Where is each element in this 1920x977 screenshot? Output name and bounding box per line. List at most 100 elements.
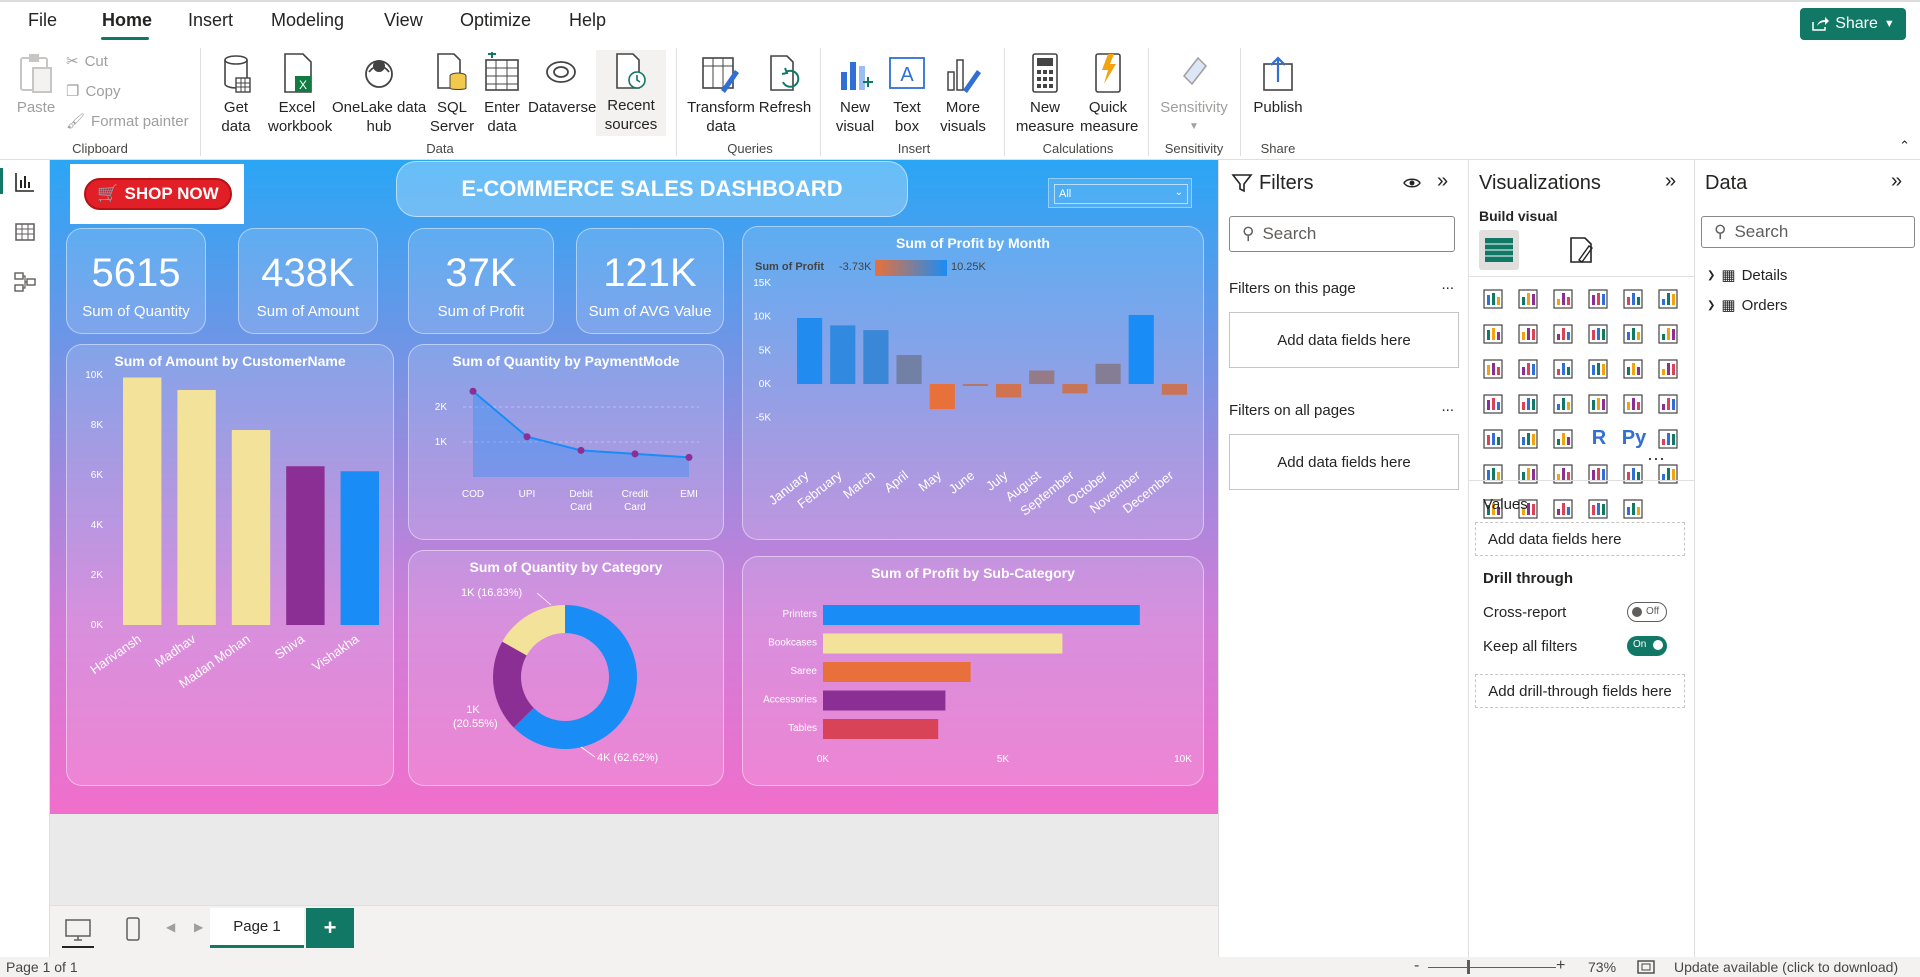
map-icon[interactable] [1481,392,1507,418]
chart-quantity-by-category[interactable]: Sum of Quantity by Category 1K (16.83%) 1… [408,550,724,786]
shop-now-banner[interactable]: 🛒 SHOP NOW [70,164,244,224]
line-chart-icon[interactable] [1481,322,1507,348]
line-column-chart-icon[interactable] [1586,322,1612,348]
sensitivity-button[interactable]: Sensitivity ▼ [1156,52,1232,136]
goals-icon[interactable] [1621,462,1647,488]
r-script-icon[interactable]: R [1586,427,1612,453]
smart-narrative-icon[interactable] [1551,462,1577,488]
area-chart-icon[interactable] [1516,322,1542,348]
kpi-card-profit[interactable]: 37K Sum of Profit [408,228,554,334]
stacked-area-chart-icon[interactable] [1551,322,1577,348]
gauge-icon[interactable] [1586,392,1612,418]
format-painter-button[interactable]: 🖌 Format painter [66,112,189,131]
drill-through-dropzone[interactable]: Add drill-through fields here [1475,674,1685,708]
line-clustered-column-chart-icon[interactable] [1621,322,1647,348]
transform-data-button[interactable]: Transform data [686,52,756,136]
quick-measure-button[interactable]: Quick measure [1080,52,1138,136]
values-dropzone[interactable]: Add data fields here [1475,522,1685,556]
data-search-input[interactable]: ⚲ Search [1701,216,1915,248]
tab-optimize[interactable]: Optimize [460,10,531,31]
text-box-button[interactable]: A Text box [882,52,932,136]
collapse-ribbon-icon[interactable]: ⌃ [1899,138,1910,154]
treemap-icon[interactable] [1656,357,1682,383]
card-icon[interactable] [1621,392,1647,418]
filters-all-dropzone[interactable]: Add data fields here [1229,434,1459,490]
shop-now-button[interactable]: 🛒 SHOP NOW [84,178,232,210]
more-visuals-icon[interactable]: ··· [1647,448,1665,469]
kpi-icon[interactable] [1481,427,1507,453]
azure-map-icon[interactable] [1551,392,1577,418]
tab-home[interactable]: Home [102,10,152,31]
chart-quantity-by-paymentmode[interactable]: Sum of Quantity by PaymentMode 1K 2K COD UP… [408,344,724,540]
power-automate-icon[interactable] [1586,497,1612,523]
chart-profit-by-subcategory[interactable]: Sum of Profit by Sub-Category Printers Bo… [742,556,1204,786]
new-visual-button[interactable]: New visual [830,52,880,136]
add-page-button[interactable]: + [306,908,354,948]
mobile-layout-icon[interactable] [124,916,142,942]
scroll-right-icon[interactable]: ▶ [194,920,203,934]
clustered-column-chart-icon[interactable] [1586,287,1612,313]
filters-page-dropzone[interactable]: Add data fields here [1229,312,1459,368]
multi-row-card-icon[interactable] [1656,392,1682,418]
more-visuals-button[interactable]: More visuals [934,52,992,136]
onelake-data-hub-button[interactable]: OneLake data hub [332,52,426,136]
zoom-in-button[interactable]: + [1556,957,1565,975]
qa-icon[interactable] [1516,462,1542,488]
power-apps-icon[interactable] [1551,497,1577,523]
paste-button[interactable]: Paste [14,52,58,117]
new-measure-button[interactable]: New measure [1012,52,1078,136]
copy-button[interactable]: ❐ Copy [66,82,120,101]
table-item-orders[interactable]: ❯ ▦ Orders [1707,296,1787,315]
more-options-icon[interactable]: ... [1441,398,1454,415]
share-button[interactable]: Share ▼ [1800,8,1906,40]
keep-all-filters-toggle[interactable]: On [1627,636,1667,656]
100-stacked-bar-chart-icon[interactable] [1621,287,1647,313]
cut-button[interactable]: ✂ Cut [66,52,108,71]
scatter-chart-icon[interactable] [1551,357,1577,383]
donut-chart-icon[interactable] [1621,357,1647,383]
collapse-visualizations-icon[interactable]: » [1665,170,1676,193]
stacked-column-chart-icon[interactable] [1516,287,1542,313]
dataverse-button[interactable]: Dataverse [528,52,596,117]
ribbon-chart-icon[interactable] [1656,322,1682,348]
paginated-report-icon[interactable] [1586,462,1612,488]
tab-view[interactable]: View [384,10,423,31]
more-options-icon[interactable]: ... [1441,276,1454,293]
recent-sources-button[interactable]: Recent sources [596,50,666,136]
model-view-icon[interactable] [13,270,37,294]
zoom-out-button[interactable]: - [1414,957,1419,975]
stacked-bar-chart-icon[interactable] [1481,287,1507,313]
collapse-filters-icon[interactable]: » [1437,170,1448,193]
tab-help[interactable]: Help [569,10,606,31]
decomposition-tree-icon[interactable] [1481,462,1507,488]
desktop-layout-icon[interactable] [64,918,92,942]
cross-report-toggle[interactable]: Off [1627,602,1667,622]
kpi-card-amount[interactable]: 438K Sum of Amount [238,228,378,334]
format-visual-icon[interactable] [1565,234,1597,266]
eye-icon[interactable] [1403,174,1421,192]
table-view-icon[interactable] [13,220,37,244]
table-icon[interactable] [1551,427,1577,453]
page-tab-page-1[interactable]: Page 1 [210,908,304,948]
collapse-data-icon[interactable]: » [1891,170,1902,193]
funnel-chart-icon[interactable] [1516,357,1542,383]
tab-modeling[interactable]: Modeling [271,10,344,31]
get-data-button[interactable]: Get data [208,52,264,136]
waterfall-chart-icon[interactable] [1481,357,1507,383]
chart-amount-by-customer[interactable]: Sum of Amount by CustomerName 0K 2K 4K 6K 8K… [66,344,394,786]
chart-profit-by-month[interactable]: Sum of Profit by Month Sum of Profit -3.… [742,226,1204,540]
filters-search-input[interactable]: ⚲ Search [1229,216,1455,252]
100-stacked-column-chart-icon[interactable] [1656,287,1682,313]
filled-map-icon[interactable] [1516,392,1542,418]
report-view-icon[interactable] [13,170,37,194]
publish-button[interactable]: Publish [1248,52,1308,117]
zoom-slider-track[interactable] [1428,967,1556,968]
python-icon[interactable]: Py [1621,427,1647,453]
fit-to-page-icon[interactable] [1636,959,1656,975]
pie-chart-icon[interactable] [1586,357,1612,383]
update-available-link[interactable]: Update available (click to download) [1674,959,1898,975]
excel-workbook-button[interactable]: X Excel workbook [268,52,332,136]
kpi-card-avg-value[interactable]: 121K Sum of AVG Value [576,228,724,334]
scroll-left-icon[interactable]: ◀ [166,920,175,934]
build-visual-tab[interactable] [1479,230,1519,270]
